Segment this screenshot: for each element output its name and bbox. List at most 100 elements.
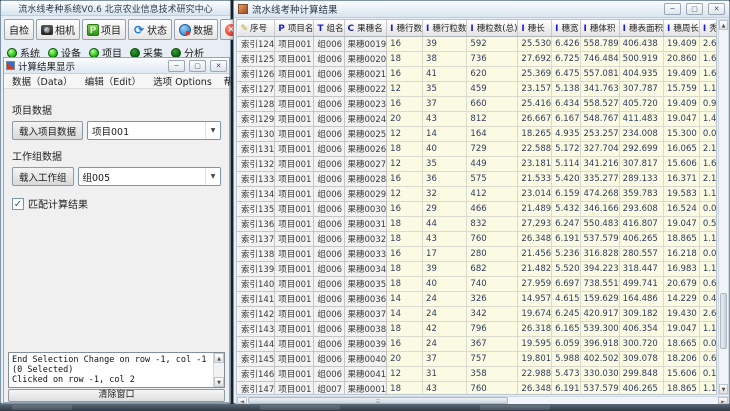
table-cell[interactable]: 280 [467, 246, 518, 261]
table-cell[interactable]: 20 [387, 111, 423, 126]
table-cell[interactable]: 29 [423, 201, 467, 216]
table-cell[interactable]: 1.655 [699, 51, 717, 66]
table-cell[interactable]: 18.265 [518, 126, 552, 141]
table-cell[interactable]: 0.487 [699, 291, 717, 306]
table-cell[interactable]: 组006 [314, 96, 344, 111]
table-cell[interactable]: 575 [467, 171, 518, 186]
table-cell[interactable]: 459 [467, 81, 518, 96]
table-cell[interactable]: 5.988 [552, 351, 580, 366]
table-cell[interactable]: 405.720 [619, 96, 663, 111]
table-cell[interactable]: 索引142 [238, 306, 275, 321]
table-cell[interactable]: 738.551 [580, 276, 619, 291]
table-cell[interactable]: 537.579 [580, 231, 619, 246]
table-cell[interactable]: 6.191 [552, 381, 580, 395]
table-row[interactable]: 索引140项目001组006果穗0035184074027.9596.69773… [238, 276, 718, 291]
table-cell[interactable]: 5.138 [552, 81, 580, 96]
table-cell[interactable]: 253.257 [580, 126, 619, 141]
column-header-穗宽[interactable]: I穗宽 [552, 20, 580, 36]
table-cell[interactable]: 6.475 [552, 66, 580, 81]
table-cell[interactable]: 索引128 [238, 96, 275, 111]
load-workgroup-button[interactable]: 载入工作组 [12, 167, 74, 186]
table-row[interactable]: 索引133项目001组006果穗0028163657521.5335.42033… [238, 171, 718, 186]
table-cell[interactable]: 18 [387, 321, 423, 336]
table-cell[interactable]: 果穗0021 [344, 66, 387, 81]
table-cell[interactable]: 1.109 [699, 321, 717, 336]
table-cell[interactable]: 项目001 [275, 126, 314, 141]
table-cell[interactable]: 293.608 [619, 201, 663, 216]
table-cell[interactable]: 812 [467, 111, 518, 126]
table-cell[interactable]: 466 [467, 201, 518, 216]
table-cell[interactable]: 26.348 [518, 231, 552, 246]
table-cell[interactable]: 164.486 [619, 291, 663, 306]
table-cell[interactable]: 项目001 [275, 201, 314, 216]
table-cell[interactable]: 项目001 [275, 96, 314, 111]
table-cell[interactable]: 组006 [314, 366, 344, 381]
table-cell[interactable]: 2.611 [699, 36, 717, 51]
table-cell[interactable]: 1.629 [699, 66, 717, 81]
table-cell[interactable]: 558.527 [580, 96, 619, 111]
table-cell[interactable]: 5.236 [552, 246, 580, 261]
table-cell[interactable]: 6.697 [552, 276, 580, 291]
child-titlebar[interactable]: 计算结果显示 ─ ▢ ✕ [4, 58, 229, 74]
table-row[interactable]: 索引132项目001组006果穗0027123544923.1815.11434… [238, 156, 718, 171]
table-cell[interactable]: 19.674 [518, 306, 552, 321]
table-cell[interactable]: 1.169 [699, 186, 717, 201]
table-cell[interactable]: 果穗0031 [344, 216, 387, 231]
match-results-checkbox[interactable]: ✓ [12, 198, 24, 210]
table-cell[interactable]: 14 [387, 291, 423, 306]
table-cell[interactable]: 索引131 [238, 141, 275, 156]
table-cell[interactable]: 0.000 [699, 201, 717, 216]
table-cell[interactable]: 果穗0038 [344, 321, 387, 336]
table-cell[interactable]: 组006 [314, 51, 344, 66]
clear-window-button[interactable]: 清除窗口 [8, 389, 225, 402]
table-cell[interactable]: 760 [467, 381, 518, 395]
table-cell[interactable]: 24 [423, 336, 467, 351]
table-cell[interactable]: 25.416 [518, 96, 552, 111]
table-cell[interactable]: 736 [467, 51, 518, 66]
table-cell[interactable]: 24 [423, 306, 467, 321]
close-button[interactable]: ✕ [708, 3, 725, 15]
table-cell[interactable]: 335.277 [580, 171, 619, 186]
table-cell[interactable]: 12 [387, 81, 423, 96]
table-cell[interactable]: 6.434 [552, 96, 580, 111]
table-cell[interactable]: 14 [387, 306, 423, 321]
table-cell[interactable]: 342 [467, 306, 518, 321]
table-cell[interactable]: 43 [423, 381, 467, 395]
table-cell[interactable]: 18.865 [664, 381, 700, 395]
table-cell[interactable]: 26.348 [518, 381, 552, 395]
table-cell[interactable]: 234.008 [619, 126, 663, 141]
menu-item[interactable]: 选项 Options [147, 74, 218, 88]
table-cell[interactable]: 组006 [314, 291, 344, 306]
table-cell[interactable]: 索引137 [238, 231, 275, 246]
table-cell[interactable]: 159.629 [580, 291, 619, 306]
table-row[interactable]: 索引135项目001组006果穗0030162946621.4895.43234… [238, 201, 718, 216]
table-cell[interactable]: 组006 [314, 126, 344, 141]
table-cell[interactable]: 果穗0024 [344, 111, 387, 126]
table-cell[interactable]: 36 [423, 171, 467, 186]
table-cell[interactable]: 索引129 [238, 111, 275, 126]
column-header-项目名[interactable]: P项目名 [275, 20, 314, 36]
table-cell[interactable]: 760 [467, 231, 518, 246]
table-cell[interactable]: 16.983 [664, 261, 700, 276]
table-cell[interactable]: 1.144 [699, 81, 717, 96]
table-cell[interactable]: 果穗0020 [344, 51, 387, 66]
table-cell[interactable]: 18 [387, 276, 423, 291]
table-cell[interactable]: 341.763 [580, 81, 619, 96]
table-cell[interactable]: 327.704 [580, 141, 619, 156]
table-cell[interactable]: 果穗0035 [344, 276, 387, 291]
table-cell[interactable]: 组006 [314, 36, 344, 51]
table-cell[interactable]: 1.485 [699, 111, 717, 126]
table-row[interactable]: 索引137项目001组006果穗0032184376026.3486.19153… [238, 231, 718, 246]
chevron-down-icon[interactable]: ▼ [205, 168, 220, 185]
table-cell[interactable]: 316.828 [580, 246, 619, 261]
table-cell[interactable]: 39 [423, 261, 467, 276]
table-cell[interactable]: 项目001 [275, 186, 314, 201]
table-cell[interactable]: 474.268 [580, 186, 619, 201]
table-cell[interactable]: 682 [467, 261, 518, 276]
table-row[interactable]: 索引144项目001组006果穗0039162436719.5956.05939… [238, 336, 718, 351]
table-cell[interactable]: 832 [467, 216, 518, 231]
table-cell[interactable]: 23.181 [518, 156, 552, 171]
table-cell[interactable]: 16 [387, 36, 423, 51]
table-cell[interactable]: 索引130 [238, 126, 275, 141]
table-cell[interactable]: 项目001 [275, 381, 314, 395]
